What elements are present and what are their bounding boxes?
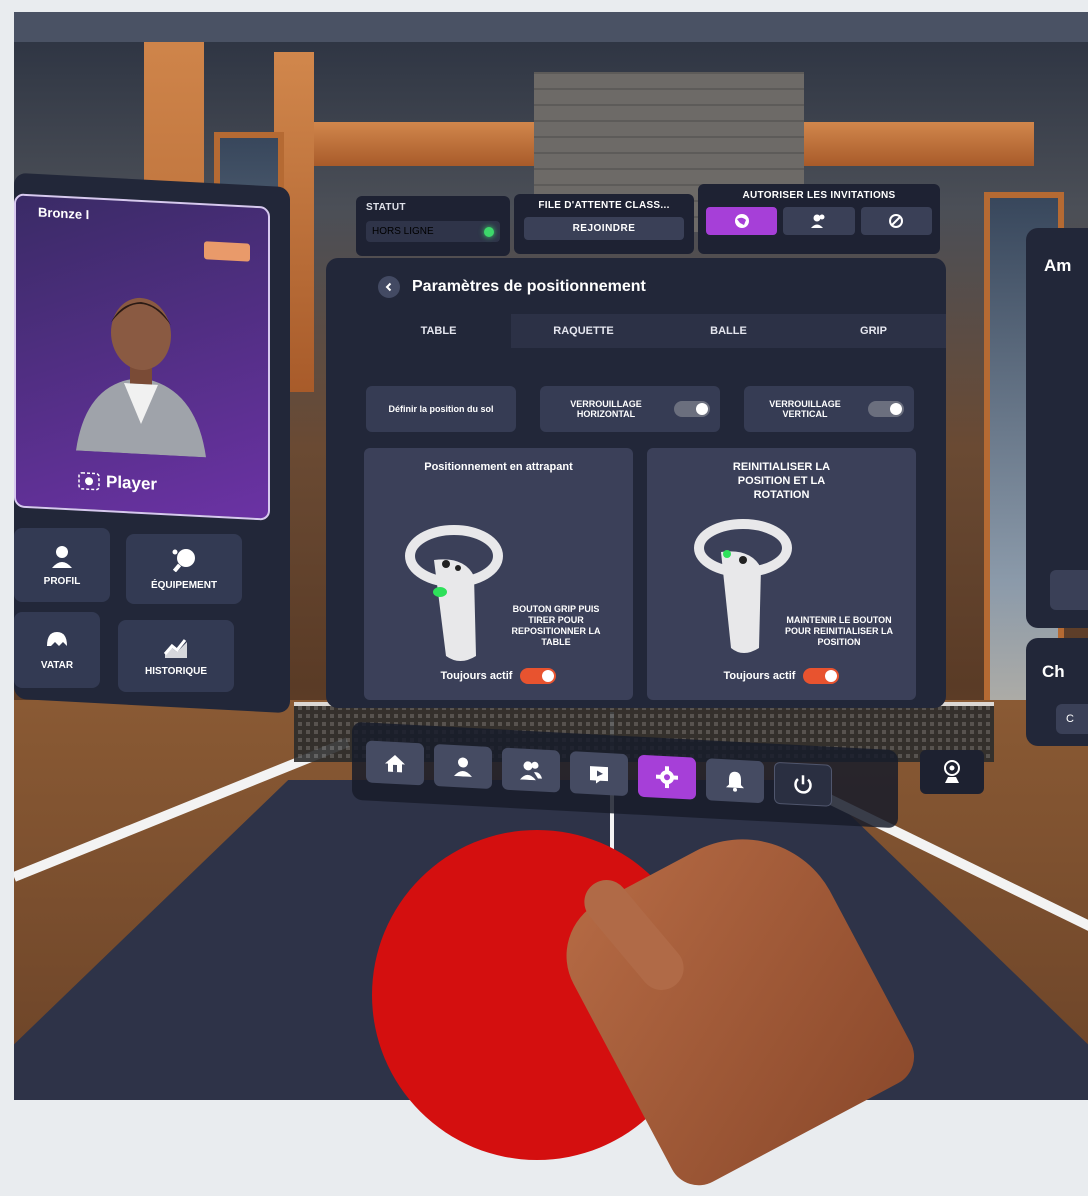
block-icon xyxy=(889,214,904,228)
video-icon xyxy=(590,766,608,784)
rank-label: Bronze I xyxy=(38,204,90,223)
status-value[interactable]: HORS LIGNE xyxy=(366,221,500,242)
reset-always-active: Toujours actif xyxy=(647,668,916,684)
vertical-lock-control[interactable]: VERROUILLAGE VERTICAL xyxy=(744,386,914,432)
ceiling xyxy=(14,12,1088,42)
invitations-label: AUTORISER LES INVITATIONS xyxy=(742,190,896,201)
power-menu-button[interactable] xyxy=(774,761,832,807)
power-icon xyxy=(794,775,812,794)
status-label: STATUT xyxy=(366,202,406,213)
reset-always-label: Toujours actif xyxy=(723,670,796,682)
settings-tabs: TABLE RAQUETTE BALLE GRIP xyxy=(366,314,946,348)
webcam-icon xyxy=(944,760,960,783)
vertical-lock-toggle[interactable] xyxy=(868,401,904,417)
notifications-menu-button[interactable] xyxy=(706,758,764,804)
player-name-tag: Player xyxy=(78,471,157,495)
avatar-image xyxy=(76,297,206,458)
tab-ball[interactable]: BALLE xyxy=(656,314,801,348)
vertical-lock-label: VERROUILLAGE VERTICAL xyxy=(769,399,841,419)
horizontal-lock-toggle[interactable] xyxy=(674,401,710,417)
ranked-queue-widget: FILE D'ATTENTE CLASS... REJOINDRE xyxy=(514,194,694,254)
paddle-icon xyxy=(172,548,195,572)
right-panel-secondary-title: Ch xyxy=(1042,662,1065,681)
settings-icon xyxy=(656,766,678,789)
chart-trend-icon xyxy=(163,638,187,658)
equipment-button-label: ÉQUIPEMENT xyxy=(150,579,218,591)
home-icon xyxy=(385,754,405,773)
profile-icon xyxy=(52,545,72,568)
grab-positioning-card: Positionnement en attrapant BOUTON GRIP … xyxy=(364,448,633,700)
positioning-settings-panel: Paramètres de positionnement TABLE RAQUE… xyxy=(326,258,946,708)
globe-icon xyxy=(734,214,749,228)
avatar-button-label: VATAR xyxy=(40,659,74,671)
profile-button[interactable]: PROFIL xyxy=(14,528,110,602)
camera-menu-button[interactable] xyxy=(920,750,984,794)
set-floor-position-button[interactable]: Définir la position du sol xyxy=(366,386,516,432)
controller-reset-icon xyxy=(694,519,792,653)
invitations-widget: AUTORISER LES INVITATIONS xyxy=(698,184,940,254)
history-button-label: HISTORIQUE xyxy=(144,665,208,677)
profile-icon xyxy=(454,757,472,777)
avatar-button[interactable]: VATAR xyxy=(14,612,100,688)
reset-position-card: REINITIALISER LA POSITION ET LA ROTATION… xyxy=(647,448,916,700)
grab-card-description: BOUTON GRIP PUIS TIRER POUR REPOSITIONNE… xyxy=(511,604,601,647)
friends-icon xyxy=(520,761,542,781)
profile-menu-button[interactable] xyxy=(434,743,492,790)
notifications-icon xyxy=(726,771,744,792)
chevron-left-icon xyxy=(385,282,392,292)
queue-label: FILE D'ATTENTE CLASS... xyxy=(538,200,670,211)
profile-button-label: PROFIL xyxy=(43,575,81,587)
tab-table[interactable]: TABLE xyxy=(366,314,511,348)
tab-racket[interactable]: RAQUETTE xyxy=(511,314,656,348)
friends-menu-button[interactable] xyxy=(502,747,560,793)
join-queue-button[interactable]: REJOINDRE xyxy=(524,217,684,240)
rank-badge xyxy=(204,241,250,262)
avatar-hair-icon xyxy=(47,631,67,646)
grab-always-toggle[interactable] xyxy=(520,668,557,684)
reset-always-toggle[interactable] xyxy=(803,668,840,684)
right-panel-secondary: Ch C xyxy=(1026,638,1088,746)
tab-grip[interactable]: GRIP xyxy=(801,314,946,348)
right-panel-secondary-button[interactable]: C xyxy=(1056,704,1088,734)
invite-nobody-button[interactable] xyxy=(860,207,932,235)
right-panel-title: Am xyxy=(1044,256,1072,275)
player-name: Player xyxy=(106,472,158,494)
friends-icon xyxy=(810,214,825,228)
grab-always-label: Toujours actif xyxy=(440,670,513,682)
reset-card-title: REINITIALISER LA POSITION ET LA ROTATION xyxy=(732,461,831,501)
panel-title: Paramètres de positionnement xyxy=(412,278,646,295)
reset-card-description: MAINTENIR LE BOUTON POUR REINITIALISER L… xyxy=(784,615,893,647)
camera-icon xyxy=(78,472,100,491)
horizontal-lock-label: VERROUILLAGE HORIZONTAL xyxy=(570,399,642,419)
media-menu-button[interactable] xyxy=(570,751,628,797)
controller-grip-icon xyxy=(405,525,503,661)
equipment-button[interactable]: ÉQUIPEMENT xyxy=(126,534,242,604)
status-widget: STATUT HORS LIGNE xyxy=(356,196,510,256)
grab-card-title: Positionnement en attrapant xyxy=(424,461,573,473)
invite-friends-button[interactable] xyxy=(783,207,855,235)
home-button[interactable] xyxy=(366,740,424,786)
horizontal-lock-control[interactable]: VERROUILLAGE HORIZONTAL xyxy=(540,386,720,432)
status-text: HORS LIGNE xyxy=(372,226,434,237)
player-card[interactable]: Bronze I Player xyxy=(14,193,270,521)
back-button[interactable] xyxy=(378,276,400,298)
invite-everyone-button[interactable] xyxy=(706,207,778,235)
history-button[interactable]: HISTORIQUE xyxy=(118,620,234,692)
right-panel-button[interactable] xyxy=(1050,570,1088,610)
right-panel: Am xyxy=(1026,228,1088,628)
status-indicator xyxy=(484,226,494,237)
grab-always-active: Toujours actif xyxy=(364,668,633,684)
settings-menu-button[interactable] xyxy=(638,754,696,800)
